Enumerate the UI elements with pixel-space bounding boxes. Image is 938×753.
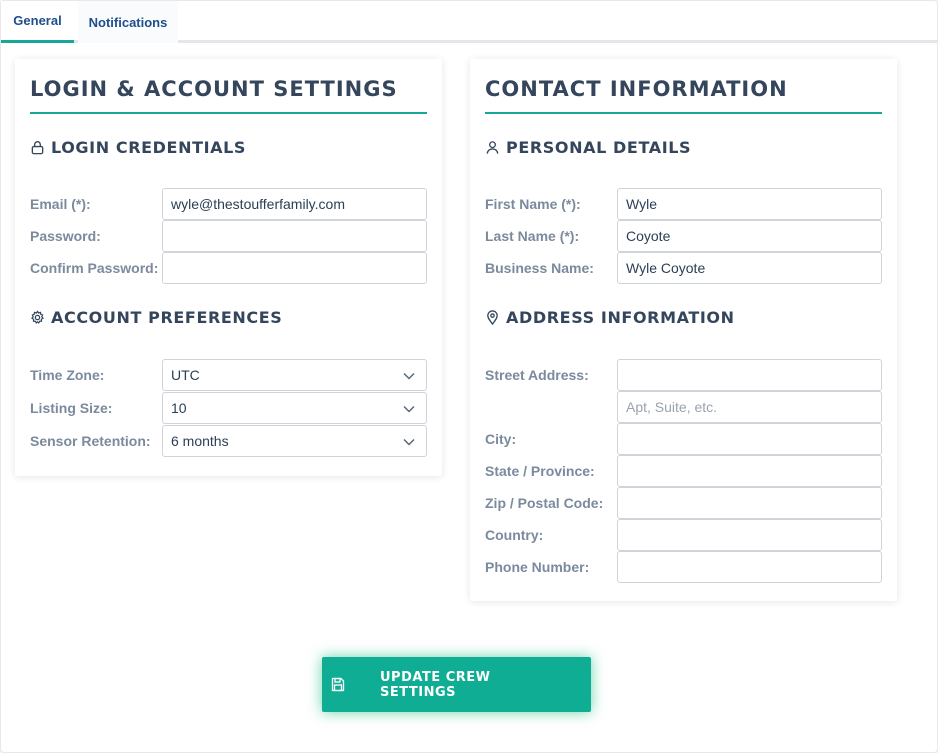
password-field[interactable] <box>162 220 427 252</box>
street-address-line2-field[interactable]: Apt, Suite, etc. <box>617 391 882 423</box>
listing-size-select[interactable]: 10 <box>162 392 427 424</box>
first-name-label: First Name (*): <box>485 196 581 212</box>
phone-field[interactable] <box>617 551 882 583</box>
account-preferences-heading-text: Account Preferences <box>51 307 283 327</box>
tab-general[interactable]: General <box>1 1 74 43</box>
listing-size-label: Listing Size: <box>30 400 113 416</box>
state-field[interactable] <box>617 455 882 487</box>
last-name-field[interactable]: Coyote <box>617 220 882 252</box>
email-field[interactable]: wyle@thestoufferfamily.com <box>162 188 427 220</box>
sensor-retention-value: 6 months <box>171 433 229 449</box>
contact-information-card: Contact Information Personal Details Fir… <box>470 59 897 601</box>
chevron-down-icon <box>403 372 415 380</box>
address-information-heading-text: Address Information <box>506 307 735 327</box>
gear-icon <box>31 309 44 324</box>
update-crew-settings-label: Update Crew Settings <box>380 669 491 700</box>
lock-icon <box>31 140 44 154</box>
chevron-down-icon <box>403 405 415 413</box>
tab-bar: General Notifications <box>1 1 938 43</box>
zip-field[interactable] <box>617 487 882 519</box>
listing-size-value: 10 <box>171 400 187 416</box>
map-pin-icon <box>487 309 498 325</box>
contact-card-title: Contact Information <box>485 77 882 114</box>
tab-notifications[interactable]: Notifications <box>78 1 178 43</box>
personal-details-heading-text: Personal Details <box>506 137 692 157</box>
confirm-password-field[interactable] <box>162 252 427 284</box>
personal-details-heading: Personal Details <box>485 135 691 159</box>
timezone-select[interactable]: UTC <box>162 359 427 391</box>
zip-label: Zip / Postal Code: <box>485 495 604 511</box>
state-label: State / Province: <box>485 463 595 479</box>
first-name-field[interactable]: Wyle <box>617 188 882 220</box>
city-field[interactable] <box>617 423 882 455</box>
save-icon <box>331 677 345 692</box>
update-crew-settings-button[interactable]: Update Crew Settings <box>322 657 591 712</box>
phone-label: Phone Number: <box>485 559 590 575</box>
login-credentials-heading-text: Login Credentials <box>51 137 247 157</box>
last-name-label: Last Name (*): <box>485 228 580 244</box>
settings-page: General Notifications Login & Account Se… <box>0 0 938 753</box>
login-credentials-heading: Login Credentials <box>30 135 246 159</box>
chevron-down-icon <box>403 438 415 446</box>
confirm-password-label: Confirm Password: <box>30 260 159 276</box>
timezone-label: Time Zone: <box>30 367 105 383</box>
tab-notifications-label: Notifications <box>88 14 168 30</box>
business-name-label: Business Name: <box>485 260 594 276</box>
account-preferences-heading: Account Preferences <box>30 305 282 329</box>
city-label: City: <box>485 431 517 447</box>
street-address-field[interactable] <box>617 359 882 391</box>
login-account-card: Login & Account Settings Login Credentia… <box>15 59 442 476</box>
sensor-retention-select[interactable]: 6 months <box>162 425 427 457</box>
country-field[interactable] <box>617 519 882 551</box>
tab-general-label: General <box>13 13 62 28</box>
login-card-title: Login & Account Settings <box>30 77 427 114</box>
email-label: Email (*): <box>30 196 91 212</box>
sensor-retention-label: Sensor Retention: <box>30 433 151 449</box>
user-icon <box>486 140 499 154</box>
country-label: Country: <box>485 527 544 543</box>
password-label: Password: <box>30 228 101 244</box>
timezone-value: UTC <box>171 367 200 383</box>
street-address-label: Street Address: <box>485 367 589 383</box>
business-name-field[interactable]: Wyle Coyote <box>617 252 882 284</box>
address-information-heading: Address Information <box>485 305 735 329</box>
